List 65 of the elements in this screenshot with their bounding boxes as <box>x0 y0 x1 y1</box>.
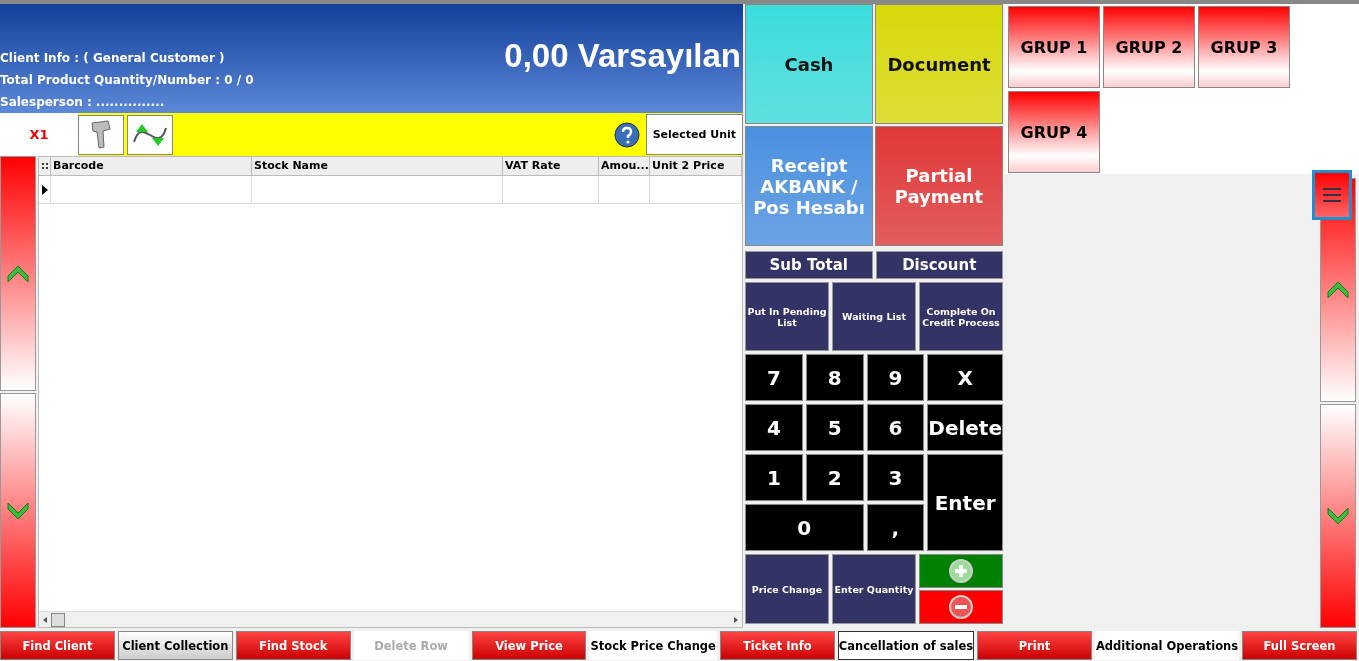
increase-button[interactable] <box>919 554 1003 588</box>
group-button[interactable]: GRUP 2 <box>1103 6 1195 88</box>
scroll-up-button[interactable] <box>0 156 36 391</box>
multiplier-label: X1 <box>0 113 78 156</box>
horizontal-scrollbar[interactable] <box>39 611 742 627</box>
selected-unit-button[interactable]: Selected Unit <box>645 114 743 155</box>
scroll-down-button[interactable] <box>1320 404 1356 628</box>
footer-button[interactable]: Client Collection <box>117 631 233 660</box>
group-button[interactable]: GRUP 1 <box>1008 6 1100 88</box>
scanner-icon <box>90 119 112 150</box>
footer-button[interactable]: Find Client <box>0 631 115 660</box>
column-header[interactable]: Stock Name <box>252 157 503 175</box>
payment-button[interactable]: Document <box>875 4 1003 124</box>
footer-button[interactable]: Print <box>977 631 1092 660</box>
keypad-key[interactable]: 9 <box>866 354 925 401</box>
group-button[interactable]: GRUP 3 <box>1198 6 1290 88</box>
scroll-down-button[interactable] <box>0 393 36 628</box>
footer-button[interactable]: Full Screen <box>1242 631 1357 660</box>
plus-icon <box>949 559 973 583</box>
keypad-key[interactable]: 1 <box>745 454 803 501</box>
salesperson: Salesperson : ............... <box>0 95 166 109</box>
keypad-key[interactable]: , <box>866 504 925 551</box>
menu-button[interactable] <box>1312 170 1352 220</box>
scroll-thumb[interactable] <box>51 612 65 627</box>
client-info: Client Info : ( General Customer ) <box>0 51 226 65</box>
action-button[interactable]: Waiting List <box>832 282 916 351</box>
action-button[interactable]: Enter Quantity <box>832 554 916 624</box>
total-button[interactable]: Discount <box>875 251 1003 279</box>
keypad-key[interactable]: 2 <box>805 454 864 501</box>
footer-button[interactable]: View Price <box>471 631 587 660</box>
keypad-key[interactable]: 4 <box>745 404 803 451</box>
action-button[interactable]: Complete On Credit Process <box>919 282 1003 351</box>
keypad-key[interactable]: Enter <box>927 454 1003 551</box>
column-header[interactable]: VAT Rate <box>503 157 599 175</box>
total-button[interactable]: Sub Total <box>745 251 873 279</box>
payment-button[interactable]: Cash <box>745 4 873 124</box>
decrease-button[interactable] <box>919 590 1003 624</box>
keypad-key[interactable]: Delete <box>927 404 1003 451</box>
footer-button[interactable]: Stock Price Change <box>589 631 717 660</box>
row-indicator-icon <box>41 184 48 195</box>
keypad-key[interactable]: 8 <box>805 354 864 401</box>
keypad-key[interactable]: 3 <box>866 454 925 501</box>
column-header[interactable]: Barcode <box>51 157 252 175</box>
product-quantity: Total Product Quantity/Number : 0 / 0 <box>0 73 254 87</box>
keypad-key[interactable]: 5 <box>805 404 864 451</box>
help-icon[interactable] <box>613 121 640 148</box>
footer-button[interactable]: Ticket Info <box>719 631 835 660</box>
total-amount: 0,00 Varsayılan <box>504 37 742 75</box>
keypad-key[interactable]: 7 <box>745 354 803 401</box>
footer-button[interactable]: Find Stock <box>235 631 351 660</box>
payment-button[interactable]: Partial Payment <box>875 126 1003 246</box>
swap-button[interactable] <box>127 114 173 155</box>
action-button[interactable]: Put In Pending List <box>745 282 829 351</box>
footer-button[interactable]: Cancellation of sales <box>837 631 975 660</box>
keypad-key[interactable]: X <box>927 354 1003 401</box>
barcode-scanner-button[interactable] <box>78 114 124 155</box>
menu-icon <box>1322 187 1342 203</box>
column-header[interactable]: Unit 2 Price <box>650 157 742 175</box>
footer-button[interactable]: Additional Operations <box>1094 631 1240 660</box>
column-header[interactable]: Amou... <box>599 157 650 175</box>
minus-icon <box>949 595 973 619</box>
keypad-key[interactable]: 6 <box>866 404 925 451</box>
group-button[interactable]: GRUP 4 <box>1008 91 1100 173</box>
action-button[interactable]: Price Change <box>745 554 829 624</box>
keypad-key[interactable]: 0 <box>745 504 864 551</box>
